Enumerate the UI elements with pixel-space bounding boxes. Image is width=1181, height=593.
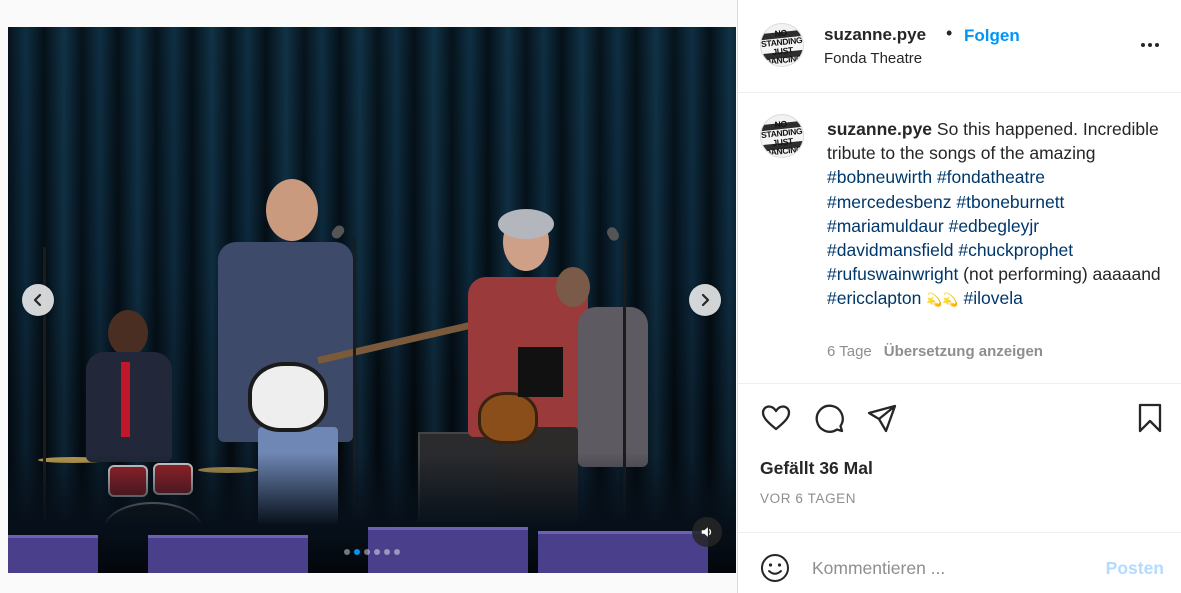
dizzy-emoji: 💫💫 [926, 292, 959, 308]
avatar-sign-image: NO STANDING JUST DANCING [760, 26, 803, 67]
speaker-icon [701, 527, 712, 537]
post-side-panel: NO STANDING JUST DANCING suzanne.pye • F… [737, 0, 1181, 593]
hashtag-link[interactable]: #davidmansfield [827, 240, 953, 260]
paper-plane-icon[interactable] [866, 402, 898, 434]
carousel-dot [394, 549, 400, 555]
separator-bullet: • [946, 23, 953, 43]
more-dot-icon [1155, 43, 1159, 47]
previous-slide-button[interactable] [22, 284, 54, 316]
action-bar [760, 402, 1164, 434]
more-dot-icon [1148, 43, 1152, 47]
hashtag-link[interactable]: #ilovela [964, 288, 1023, 308]
comment-icon[interactable] [813, 402, 845, 434]
comment-bar: Posten [738, 532, 1181, 593]
carousel-dot [344, 549, 350, 555]
avatar-sign-image: NO STANDING JUST DANCING [760, 117, 803, 158]
carousel-indicator [8, 549, 736, 555]
bookmark-icon[interactable] [1134, 402, 1166, 434]
header-divider [738, 92, 1181, 93]
carousel-dot [364, 549, 370, 555]
hashtag-link[interactable]: #edbegleyjr [949, 216, 1039, 236]
comment-input[interactable] [812, 553, 1092, 583]
hashtag-link[interactable]: #mercedesbenz [827, 192, 952, 212]
more-options-button[interactable] [1136, 36, 1164, 54]
post-media[interactable] [8, 27, 736, 573]
hashtag-link[interactable]: #rufuswainwright [827, 264, 958, 284]
caption-username[interactable]: suzanne.pye [827, 119, 932, 139]
hashtag-link[interactable]: #chuckprophet [958, 240, 1073, 260]
caption-age: 6 Tage [827, 343, 872, 360]
music-stand [518, 347, 563, 397]
hashtag-link[interactable]: #mariamuldaur [827, 216, 944, 236]
translate-button[interactable]: Übersetzung anzeigen [884, 343, 1043, 360]
heart-icon[interactable] [760, 402, 792, 434]
carousel-dot [374, 549, 380, 555]
chevron-left-icon [33, 293, 42, 307]
carousel-dot-active [354, 549, 360, 555]
hashtag-link[interactable]: #bobneuwirth [827, 167, 932, 187]
post-caption: suzanne.pye So this happened. Incredible… [827, 117, 1167, 313]
post-comment-button[interactable]: Posten [1106, 558, 1164, 579]
carousel-dot [384, 549, 390, 555]
hashtag-link[interactable]: #ericclapton [827, 288, 921, 308]
more-dot-icon [1141, 43, 1145, 47]
caption-avatar[interactable]: NO STANDING JUST DANCING [760, 114, 804, 158]
audio-toggle-button[interactable] [692, 517, 722, 547]
next-slide-button[interactable] [689, 284, 721, 316]
caption-meta: 6 Tage Übersetzung anzeigen [827, 343, 1043, 360]
post-location[interactable]: Fonda Theatre [824, 50, 922, 67]
chevron-right-icon [701, 293, 710, 307]
emoji-icon[interactable] [760, 553, 790, 583]
hashtag-link[interactable]: #tboneburnett [956, 192, 1064, 212]
hashtag-link[interactable]: #fondatheatre [937, 167, 1045, 187]
post-timestamp[interactable]: VOR 6 TAGEN [760, 491, 856, 506]
caption-divider [738, 383, 1181, 384]
post-author-username[interactable]: suzanne.pye [824, 25, 926, 45]
likes-count[interactable]: Gefällt 36 Mal [760, 458, 873, 479]
caption-text: (not performing) aaaaand [958, 264, 1161, 285]
avatar[interactable]: NO STANDING JUST DANCING [760, 23, 804, 67]
follow-button[interactable]: Folgen [964, 26, 1020, 46]
